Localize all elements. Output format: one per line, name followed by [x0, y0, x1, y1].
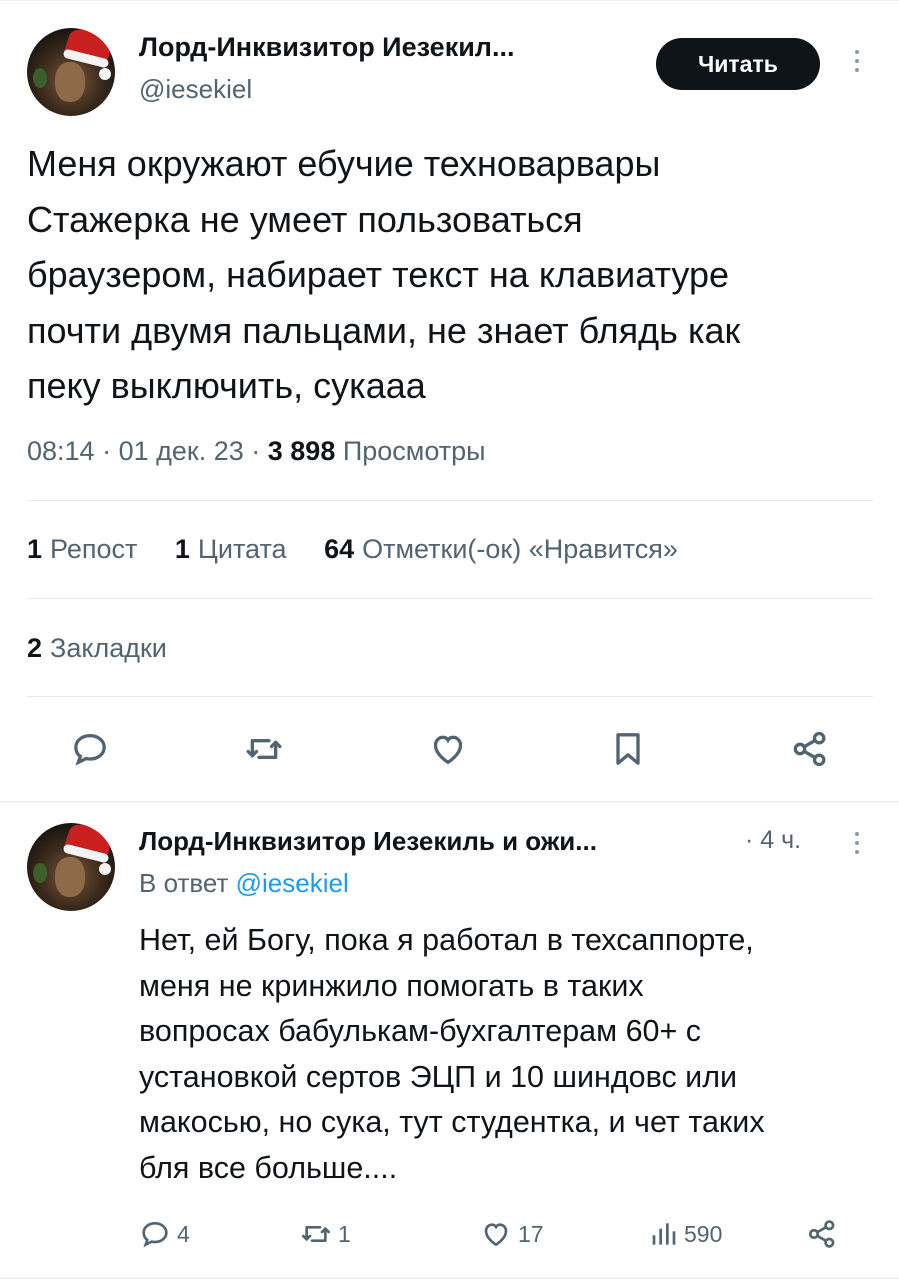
meta-separator: · [251, 436, 268, 466]
avatar-face [55, 857, 85, 897]
reply-share-button[interactable] [806, 1214, 838, 1254]
replying-to: В ответ @iesekiel [139, 868, 349, 899]
avatar[interactable] [27, 28, 115, 116]
reposts-count: 1 [27, 534, 43, 564]
bottom-border [0, 1277, 899, 1279]
retweet-icon [302, 1226, 330, 1242]
more-icon[interactable] [852, 832, 862, 854]
reply-reply-button[interactable]: 4 [139, 1214, 190, 1254]
quotes-count: 1 [174, 534, 190, 564]
reply-icon[interactable] [70, 729, 110, 769]
share-icon [808, 1220, 835, 1248]
santa-hat-pompom [99, 863, 111, 875]
quotes-label: Цитата [197, 534, 287, 564]
reply-icon [142, 1221, 168, 1248]
likes-stat[interactable]: 64 Отметки(-ок) «Нравится» [324, 534, 678, 565]
reposts-stat[interactable]: 1 Репост [27, 534, 137, 565]
replying-to-label: В ответ [139, 868, 229, 898]
reply-author-name[interactable]: Лорд-Инквизитор Иезекиль и ожи... [139, 826, 739, 857]
avatar-background [33, 863, 47, 883]
engagement-stats: 1 Репост 1 Цитата 64 Отметки(-ок) «Нравится… [27, 534, 708, 565]
bookmark-icon[interactable] [608, 729, 648, 769]
divider [27, 500, 873, 501]
santa-hat-pompom [99, 68, 111, 80]
views-label: Просмотры [342, 436, 486, 466]
tweet-separator [0, 801, 899, 803]
reply-timestamp[interactable]: · 4 ч. [745, 826, 801, 855]
bookmarks-stat[interactable]: 2 Закладки [27, 633, 167, 664]
main-tweet: Лорд-Инквизитор Иезекил... @iesekiel Чит… [0, 0, 899, 802]
author-name[interactable]: Лорд-Инквизитор Иезекил... [139, 32, 629, 63]
tweet-time[interactable]: 08:14 [27, 436, 95, 466]
views-count: 3 898 [267, 436, 336, 466]
share-icon[interactable] [790, 729, 830, 769]
reply-likes-count: 17 [518, 1220, 544, 1247]
avatar-face [55, 62, 85, 102]
bookmarks-count: 2 [27, 633, 43, 663]
more-icon[interactable] [852, 50, 862, 72]
reply-retweet-button[interactable]: 1 [300, 1214, 351, 1254]
bookmarks-label: Закладки [50, 633, 167, 663]
divider [27, 598, 873, 599]
reply-text: Нет, ей Богу, пока я работал в техсаппор… [139, 923, 765, 1185]
tweet-text: Меня окружают ебучие техноварвары Стажер… [27, 143, 741, 406]
views-icon [652, 1223, 676, 1245]
retweet-icon[interactable] [244, 729, 284, 769]
meta-separator: · [102, 436, 119, 466]
reply-views-button[interactable]: 590 [646, 1214, 722, 1254]
reposts-label: Репост [50, 534, 138, 564]
divider [27, 696, 873, 697]
likes-count: 64 [324, 534, 355, 564]
avatar[interactable] [27, 823, 115, 911]
quotes-stat[interactable]: 1 Цитата [175, 534, 287, 565]
reply-views-count: 590 [684, 1220, 723, 1247]
author-handle[interactable]: @iesekiel [139, 74, 252, 105]
replying-to-handle[interactable]: @iesekiel [236, 868, 349, 898]
heart-icon[interactable] [428, 729, 468, 769]
reply-like-button[interactable]: 17 [480, 1214, 544, 1254]
reply-retweets-count: 1 [338, 1220, 351, 1247]
likes-label: Отметки(-ок) «Нравится» [362, 534, 678, 564]
heart-icon [484, 1223, 508, 1247]
avatar-background [33, 68, 47, 88]
tweet-meta: 08:14 · 01 дек. 23 · 3 898 Просмотры [27, 436, 486, 467]
follow-button[interactable]: Читать [656, 38, 820, 90]
tweet-date[interactable]: 01 дек. 23 [119, 436, 244, 466]
reply-replies-count: 4 [177, 1220, 190, 1247]
